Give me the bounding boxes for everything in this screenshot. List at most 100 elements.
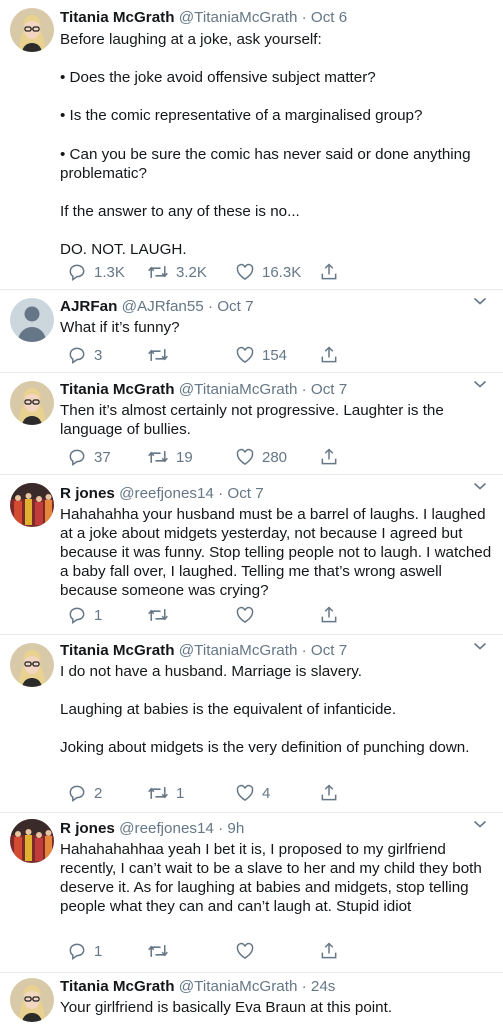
share-button[interactable]: [312, 447, 339, 467]
author-handle-time[interactable]: @TitaniaMcGrath · Oct 6: [179, 9, 347, 26]
share-button[interactable]: [312, 783, 339, 803]
share-button[interactable]: [312, 605, 339, 625]
reply-count: 1.3K: [94, 263, 125, 281]
like-icon: [235, 345, 255, 365]
reply-icon: [67, 605, 87, 625]
like-icon: [235, 941, 255, 961]
author-handle-time[interactable]: @TitaniaMcGrath · 24s: [179, 978, 336, 995]
avatar[interactable]: [10, 643, 54, 687]
tweet-actions: 1: [60, 941, 340, 961]
like-button[interactable]: 154: [228, 345, 287, 365]
author-name[interactable]: Titania McGrath: [60, 9, 175, 26]
chevron-down-icon[interactable]: [473, 638, 487, 656]
tweet-actions: 3 154: [60, 345, 340, 365]
retweet-button[interactable]: 19: [140, 447, 193, 467]
chevron-down-icon[interactable]: [473, 376, 487, 394]
avatar[interactable]: [10, 8, 54, 52]
tweet[interactable]: Titania McGrath @TitaniaMcGrath · Oct 6 …: [0, 0, 503, 290]
retweet-button[interactable]: 1: [140, 783, 184, 803]
tweet-text: Hahahahha your husband must be a barrel …: [60, 506, 496, 600]
share-button[interactable]: [312, 345, 339, 365]
reply-icon: [67, 783, 87, 803]
retweet-button[interactable]: [140, 605, 176, 625]
like-icon: [235, 262, 255, 282]
author-name[interactable]: R jones: [60, 485, 115, 502]
like-count: 154: [262, 346, 288, 364]
chevron-down-icon[interactable]: [473, 293, 487, 311]
author-handle-time[interactable]: @reefjones14 · Oct 7: [119, 485, 264, 502]
like-button[interactable]: 4: [228, 783, 270, 803]
tweet-text: I do not have a husband. Marriage is sla…: [60, 663, 470, 757]
share-icon: [319, 783, 339, 803]
author-handle-time[interactable]: @TitaniaMcGrath · Oct 7: [179, 642, 347, 659]
tweet-text: Then it’s almost certainly not progressi…: [60, 402, 449, 439]
chevron-down-icon[interactable]: [473, 478, 487, 496]
reply-count: 1: [94, 606, 103, 624]
tweet[interactable]: Titania McGrath @TitaniaMcGrath · Oct 7 …: [0, 373, 503, 475]
reply-button[interactable]: 2: [60, 783, 102, 803]
retweet-button[interactable]: [140, 345, 176, 365]
reply-count: 37: [94, 448, 111, 466]
tweet-text: Before laughing at a joke, ask yourself:…: [60, 31, 471, 259]
retweet-button[interactable]: 3.2K: [140, 262, 207, 282]
reply-count: 1: [94, 942, 103, 960]
retweet-icon: [147, 941, 169, 961]
author-name[interactable]: AJRFan: [60, 298, 117, 315]
reply-button[interactable]: 3: [60, 345, 102, 365]
author-name[interactable]: Titania McGrath: [60, 642, 175, 659]
retweet-icon: [147, 345, 169, 365]
tweet[interactable]: Titania McGrath @TitaniaMcGrath · Oct 7 …: [0, 635, 503, 813]
avatar[interactable]: [10, 298, 54, 342]
like-count: 4: [262, 784, 271, 802]
reply-button[interactable]: 1.3K: [60, 262, 125, 282]
author-name[interactable]: Titania McGrath: [60, 381, 175, 398]
share-button[interactable]: [312, 941, 339, 961]
retweet-icon: [147, 262, 169, 282]
tweet-text: Hahahahahhaa yeah I bet it is, I propose…: [60, 841, 487, 916]
avatar[interactable]: [10, 381, 54, 425]
tweet[interactable]: R jones @reefjones14 · 9h Hahahahahhaa y…: [0, 813, 503, 973]
retweet-icon: [147, 447, 169, 467]
tweet-text: Your girlfriend is basically Eva Braun a…: [60, 999, 393, 1016]
avatar[interactable]: [10, 819, 54, 863]
share-icon: [319, 605, 339, 625]
author-handle-time[interactable]: @reefjones14 · 9h: [119, 820, 244, 837]
author-handle-time[interactable]: @TitaniaMcGrath · Oct 7: [179, 381, 347, 398]
share-icon: [319, 345, 339, 365]
avatar[interactable]: [10, 483, 54, 527]
retweet-count: 3.2K: [176, 263, 207, 281]
chevron-down-icon[interactable]: [473, 816, 487, 834]
reply-button[interactable]: 37: [60, 447, 111, 467]
retweet-icon: [147, 605, 169, 625]
tweet[interactable]: Titania McGrath @TitaniaMcGrath · 24s Yo…: [0, 973, 503, 1024]
reply-icon: [67, 941, 87, 961]
retweet-button[interactable]: [140, 941, 176, 961]
retweet-count: 19: [176, 448, 193, 466]
like-count: 16.3K: [262, 263, 302, 281]
share-button[interactable]: [312, 262, 339, 282]
retweet-icon: [147, 783, 169, 803]
tweet-text: What if it’s funny?: [60, 319, 180, 336]
like-icon: [235, 447, 255, 467]
reply-button[interactable]: 1: [60, 605, 102, 625]
tweet-actions: 1: [60, 605, 340, 625]
reply-count: 3: [94, 346, 103, 364]
like-count: 280: [262, 448, 288, 466]
like-button[interactable]: [228, 605, 262, 625]
tweet[interactable]: R jones @reefjones14 · Oct 7 Hahahahha y…: [0, 475, 503, 635]
like-icon: [235, 783, 255, 803]
tweet-actions: 1.3K 3.2K 16.3K: [60, 262, 340, 282]
like-button[interactable]: 280: [228, 447, 287, 467]
reply-button[interactable]: 1: [60, 941, 102, 961]
tweet[interactable]: AJRFan @AJRfan55 · Oct 7 What if it’s fu…: [0, 290, 503, 373]
like-button[interactable]: [228, 941, 262, 961]
like-icon: [235, 605, 255, 625]
share-icon: [319, 941, 339, 961]
share-icon: [319, 447, 339, 467]
like-button[interactable]: 16.3K: [228, 262, 301, 282]
author-handle-time[interactable]: @AJRfan55 · Oct 7: [122, 298, 254, 315]
tweet-actions: 37 19 280: [60, 447, 340, 467]
author-name[interactable]: Titania McGrath: [60, 978, 175, 995]
author-name[interactable]: R jones: [60, 820, 115, 837]
avatar[interactable]: [10, 978, 54, 1022]
